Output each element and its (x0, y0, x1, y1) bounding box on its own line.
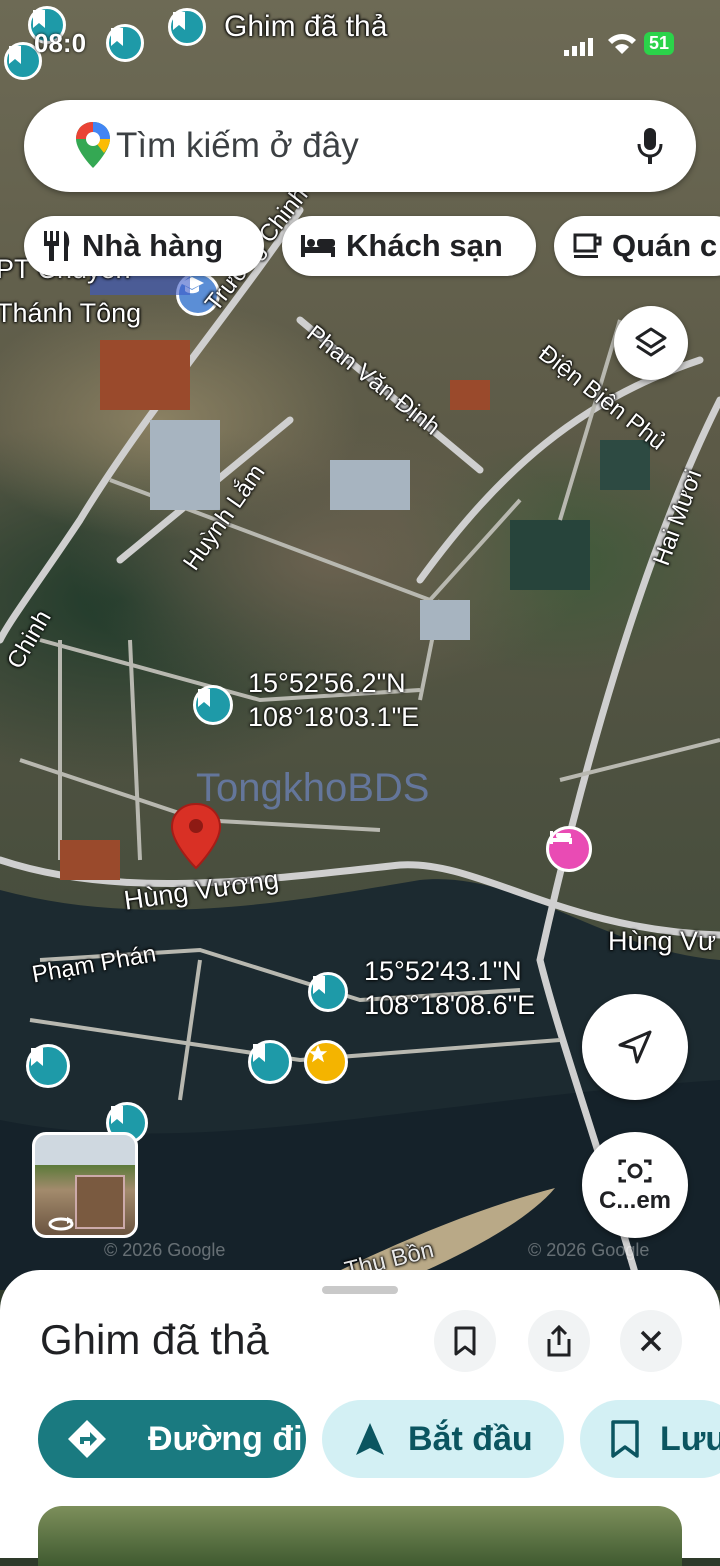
status-bar: 08:0 51 (0, 0, 720, 86)
camera-search-button[interactable]: C...em (582, 1132, 688, 1238)
copyright-right: © 2026 Google (528, 1240, 650, 1260)
camera-lens-icon (618, 1159, 652, 1183)
coords-2: 15°52'43.1"N 108°18'08.6"E (364, 954, 535, 1022)
street-view-rotate-icon (48, 1217, 74, 1231)
navigation-arrow-icon (356, 1423, 384, 1455)
house-door (75, 1175, 125, 1229)
copyright-left: © 2026 Google (104, 1240, 226, 1260)
dropped-pin-icon[interactable] (170, 802, 222, 870)
label-hung-vuong-right: Hùng Vư (608, 926, 717, 956)
star-icon (308, 1044, 328, 1063)
layers-icon (635, 327, 667, 357)
saved-pin[interactable] (193, 685, 233, 725)
wifi-icon (608, 34, 636, 54)
map-roads (0, 206, 720, 1290)
coords-1-lat: 15°52'56.2"N (248, 668, 406, 698)
start-label: Bắt đầu (408, 1419, 533, 1458)
my-location-button[interactable] (582, 994, 688, 1100)
directions-label: Đường đi (148, 1419, 303, 1458)
save-button[interactable] (434, 1310, 496, 1372)
chip-cafes[interactable]: Quán c (554, 216, 720, 276)
coords-2-lat: 15°52'43.1"N (364, 956, 522, 986)
share-button[interactable] (528, 1310, 590, 1372)
chip-hotels-label: Khách sạn (346, 228, 503, 263)
bookmark-icon (611, 1420, 639, 1458)
coords-1: 15°52'56.2"N 108°18'03.1"E (248, 666, 419, 734)
status-time: 08:0 (34, 28, 87, 58)
signal-icon (564, 38, 593, 56)
chip-hotels[interactable]: Khách sạn (282, 216, 536, 276)
place-sheet: Ghim đã thả Đường đi Bắt đầu Lưu (0, 1270, 720, 1566)
bed-icon (301, 235, 335, 257)
google-maps-logo-icon (76, 122, 110, 168)
watermark: TongkhoBDS (196, 766, 430, 810)
label-school-line2: Thánh Tông (0, 298, 142, 328)
saved-pin[interactable] (308, 972, 348, 1012)
close-button[interactable] (620, 1310, 682, 1372)
share-icon (547, 1325, 571, 1357)
saved-pin[interactable] (26, 1044, 70, 1088)
bed-icon (550, 831, 572, 844)
saved-pin[interactable] (248, 1040, 292, 1084)
bookmark-icon (111, 1106, 123, 1124)
chip-restaurants-label: Nhà hàng (82, 228, 224, 263)
place-title: Ghim đã thả (40, 1316, 269, 1363)
bookmark-icon (31, 1048, 43, 1066)
bookmark-icon (313, 976, 325, 994)
microphone-icon[interactable] (636, 126, 664, 166)
street-view-thumbnail[interactable] (32, 1132, 138, 1238)
search-bar[interactable]: Tìm kiếm ở đây (24, 100, 696, 192)
layers-button[interactable] (614, 306, 688, 380)
close-icon (640, 1330, 662, 1352)
start-button[interactable]: Bắt đầu (322, 1400, 564, 1478)
directions-button[interactable]: Đường đi (38, 1400, 306, 1478)
hotel-pin[interactable] (546, 826, 592, 872)
coords-2-lng: 108°18'08.6"E (364, 990, 536, 1020)
chip-cafes-label: Quán c (612, 228, 718, 263)
map-view[interactable]: Ghim đã thả PT Chuyên Thánh Tông Trường … (0, 0, 720, 1290)
search-input[interactable]: Tìm kiếm ở đây (116, 126, 359, 166)
fork-knife-icon (44, 231, 70, 261)
save-place-button[interactable]: Lưu (580, 1400, 720, 1478)
bookmark-icon (198, 689, 210, 707)
pond (510, 520, 590, 590)
place-photo[interactable] (38, 1506, 682, 1566)
bookmark-icon (253, 1044, 265, 1062)
navigation-arrow-icon (618, 1030, 652, 1064)
coffee-cup-icon (573, 233, 602, 258)
camera-search-label: C...em (598, 1187, 672, 1214)
directions-icon (68, 1420, 106, 1458)
battery-indicator: 51 (644, 32, 675, 55)
sheet-drag-handle[interactable] (322, 1286, 398, 1294)
coords-1-lng: 108°18'03.1"E (248, 702, 420, 732)
bookmark-icon (454, 1326, 476, 1356)
starred-pin[interactable] (304, 1040, 348, 1084)
save-place-label: Lưu (660, 1419, 720, 1458)
chip-restaurants[interactable]: Nhà hàng (24, 216, 264, 276)
